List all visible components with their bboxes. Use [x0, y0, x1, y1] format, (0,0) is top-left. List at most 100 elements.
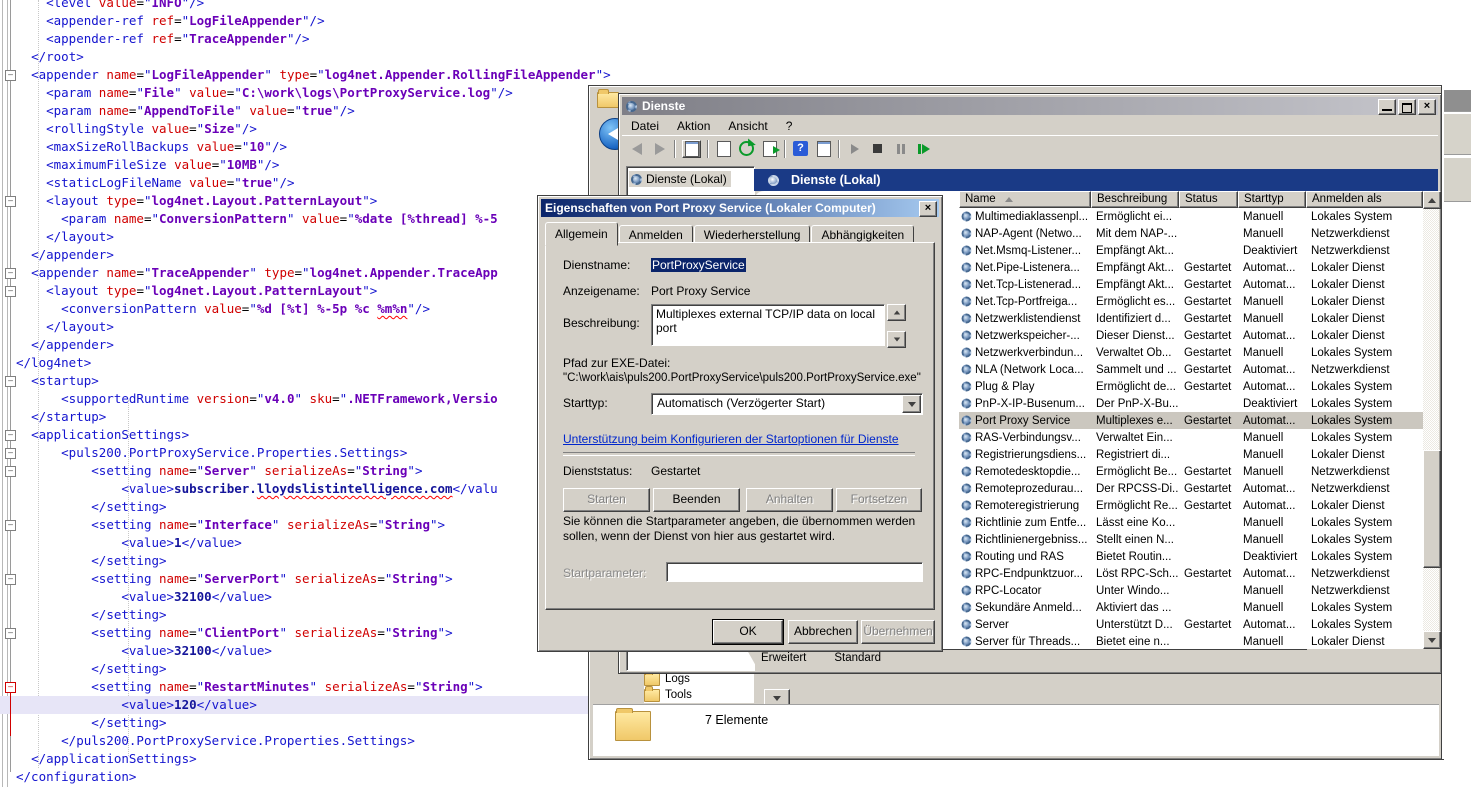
code-line[interactable]: <value>32100</value> — [16, 642, 272, 660]
table-row[interactable]: Netzwerkspeicher-...Dieser Dienst...Gest… — [959, 327, 1423, 344]
combo-dropdown-button[interactable] — [902, 395, 921, 413]
column-header-status[interactable]: Status — [1179, 191, 1238, 208]
tab-erweitert[interactable]: Erweitert — [747, 650, 820, 666]
table-row[interactable]: Richtlinienergebniss...Stellt einen N...… — [959, 531, 1423, 548]
table-row[interactable]: Remotedesktopdie...Ermöglicht Be...Gesta… — [959, 463, 1423, 480]
start-service-icon[interactable] — [846, 141, 863, 157]
code-line[interactable]: <maxSizeRollBackups value="10"/> — [16, 138, 287, 156]
table-row[interactable]: NLA (Network Loca...Sammelt und ...Gesta… — [959, 361, 1423, 378]
table-row[interactable]: PnP-X-IP-Busenum...Der PnP-X-Bu...Deakti… — [959, 395, 1423, 412]
column-header-anmelden-als[interactable]: Anmelden als — [1306, 191, 1423, 208]
dialog-titlebar[interactable]: Eigenschaften von Port Proxy Service (Lo… — [541, 199, 939, 217]
code-line[interactable]: </layout> — [16, 228, 114, 246]
column-header-beschreibung[interactable]: Beschreibung — [1091, 191, 1179, 208]
code-line[interactable]: <maximumFileSize value="10MB"/> — [16, 156, 279, 174]
export-list-icon[interactable] — [761, 141, 778, 157]
code-line[interactable]: </layout> — [16, 318, 114, 336]
fold-toggle[interactable]: – — [5, 574, 16, 585]
scroll-down-button[interactable] — [1423, 631, 1441, 649]
code-line[interactable]: <appender-ref ref="LogFileAppender"/> — [16, 12, 325, 30]
column-header-starttyp[interactable]: Starttyp — [1238, 191, 1306, 208]
minimize-button[interactable] — [1378, 99, 1396, 115]
code-line[interactable]: </configuration> — [16, 768, 136, 786]
pause-service-icon[interactable] — [892, 141, 909, 157]
fold-toggle[interactable]: – — [5, 430, 16, 441]
help-icon[interactable]: ? — [792, 141, 809, 157]
fortsetzen-button[interactable]: Fortsetzen — [836, 488, 922, 512]
table-row[interactable]: Net.Tcp-Portfreiga...Ermöglicht es...Ges… — [959, 293, 1423, 310]
abbrechen-button[interactable]: Abbrechen — [788, 620, 858, 644]
table-row[interactable]: RAS-Verbindungsv...Verwaltet Ein...Manue… — [959, 429, 1423, 446]
scroll-thumb[interactable] — [1423, 450, 1441, 568]
code-line[interactable]: </puls200.PortProxyService.Properties.Se… — [16, 732, 415, 750]
code-line[interactable]: <applicationSettings> — [16, 426, 189, 444]
fold-toggle[interactable]: – — [5, 268, 16, 279]
code-line[interactable]: <setting name="Server" serializeAs="Stri… — [16, 462, 422, 480]
table-row-selected[interactable]: Port Proxy ServiceMultiplexes e...Gestar… — [959, 412, 1423, 429]
refresh-icon[interactable] — [738, 141, 755, 157]
startoptionen-link[interactable]: Unterstützung beim Konfigurieren der Sta… — [563, 432, 899, 446]
tab-allgemein[interactable]: Allgemein — [545, 222, 618, 246]
beenden-button[interactable]: Beenden — [653, 488, 740, 512]
close-button[interactable]: × — [919, 201, 937, 217]
code-line[interactable]: </appender> — [16, 336, 114, 354]
table-row[interactable]: Plug & PlayErmöglicht de...GestartetAuto… — [959, 378, 1423, 395]
code-line[interactable]: <level value="INFO"/> — [16, 0, 204, 12]
table-row[interactable]: NAP-Agent (Netwo...Mit dem NAP-...Manuel… — [959, 225, 1423, 242]
restart-service-icon[interactable] — [915, 141, 932, 157]
fold-toggle[interactable]: – — [5, 448, 16, 459]
beschreibung-textarea[interactable]: Multiplexes external TCP/IP data on loca… — [651, 304, 885, 346]
dienstname-value[interactable]: PortProxyService — [651, 258, 746, 272]
code-line[interactable]: <layout type="log4net.Layout.PatternLayo… — [16, 282, 377, 300]
table-row[interactable]: ServerUnterstützt D...GestartetAutomat..… — [959, 616, 1423, 633]
code-line[interactable]: <setting name="ServerPort" serializeAs="… — [16, 570, 453, 588]
fold-toggle[interactable]: – — [5, 196, 16, 207]
code-line[interactable]: <layout type="log4net.Layout.PatternLayo… — [16, 192, 377, 210]
code-line[interactable]: <startup> — [16, 372, 99, 390]
table-row[interactable]: RemoteregistrierungErmöglicht Re...Gesta… — [959, 497, 1423, 514]
code-line[interactable]: </startup> — [16, 408, 106, 426]
table-row[interactable]: NetzwerklistendienstIdentifiziert d...Ge… — [959, 310, 1423, 327]
code-line[interactable]: <setting name="Interface" serializeAs="S… — [16, 516, 445, 534]
code-line[interactable]: <puls200.PortProxyService.Properties.Set… — [16, 444, 407, 462]
menu-ansicht[interactable]: Ansicht — [719, 117, 776, 135]
back-icon[interactable] — [628, 141, 645, 157]
forward-icon[interactable] — [651, 141, 668, 157]
show-console-tree-icon[interactable] — [682, 140, 701, 158]
code-line[interactable]: </setting> — [16, 606, 167, 624]
table-row[interactable]: Registrierungsdiens...Registriert di...M… — [959, 446, 1423, 463]
fold-toggle-active[interactable]: – — [5, 682, 16, 693]
code-line[interactable]: <rollingStyle value="Size"/> — [16, 120, 257, 138]
table-row[interactable]: Net.Msmq-Listener...Empfängt Akt...Deakt… — [959, 242, 1423, 259]
table-row[interactable]: Remoteprozedurau...Der RPCSS-Di...Gestar… — [959, 480, 1423, 497]
fold-toggle[interactable]: – — [5, 628, 16, 639]
table-row[interactable]: RPC-Endpunktzuor...Löst RPC-Sch...Gestar… — [959, 565, 1423, 582]
ok-button[interactable]: OK — [713, 620, 783, 644]
properties-icon[interactable] — [715, 141, 732, 157]
menu-aktion[interactable]: Aktion — [668, 117, 719, 135]
table-row[interactable]: Sekundäre Anmeld...Aktiviert das ...Manu… — [959, 599, 1423, 616]
fold-toggle[interactable]: – — [5, 286, 16, 297]
maximize-button[interactable] — [1398, 99, 1416, 115]
scroll-up-button[interactable] — [1423, 191, 1441, 209]
scroll-down-button[interactable] — [887, 331, 906, 348]
close-button[interactable]: × — [1418, 99, 1436, 115]
code-line[interactable]: <param name="ConversionPattern" value="%… — [16, 210, 498, 228]
code-line[interactable]: <appender-ref ref="TraceAppender"/> — [16, 30, 310, 48]
table-row[interactable]: Net.Tcp-Listenerad...Empfängt Akt...Gest… — [959, 276, 1423, 293]
menu-datei[interactable]: Datei — [622, 117, 668, 135]
fold-toggle[interactable]: – — [5, 70, 16, 81]
code-line[interactable]: </log4net> — [16, 354, 91, 372]
code-line[interactable]: <appender name="LogFileAppender" type="l… — [16, 66, 611, 84]
code-line[interactable]: <conversionPattern value="%d [%t] %-5p %… — [16, 300, 430, 318]
code-line[interactable]: <supportedRuntime version="v4.0" sku=".N… — [16, 390, 498, 408]
table-row[interactable]: Net.Pipe-Listenera...Empfängt Akt...Gest… — [959, 259, 1423, 276]
tree-item-dienste-lokal[interactable]: Dienste (Lokal) — [629, 171, 731, 187]
code-line[interactable]: </root> — [16, 48, 84, 66]
table-row[interactable]: Routing und RASBietet Routin...Deaktivie… — [959, 548, 1423, 565]
code-line[interactable]: <appender name="TraceAppender" type="log… — [16, 264, 498, 282]
code-line[interactable]: </setting> — [16, 714, 167, 732]
code-line[interactable]: <setting name="RestartMinutes" serialize… — [16, 678, 483, 696]
code-line[interactable]: <value>1</value> — [16, 534, 242, 552]
table-row[interactable]: Server für Threads...Bietet eine n...Man… — [959, 633, 1423, 650]
